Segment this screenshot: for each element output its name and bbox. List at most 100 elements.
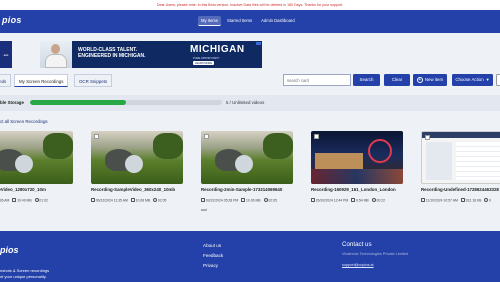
clock-icon <box>484 198 489 202</box>
recording-duration: 02:05 <box>263 198 277 202</box>
footer-privacy-link[interactable]: Privacy <box>203 263 223 268</box>
more-options-button[interactable] <box>496 74 500 86</box>
recording-card[interactable]: g-SampleVideo_1280x720_10m/2024 11:36 AM… <box>0 131 73 202</box>
recording-duration: 00:22 <box>371 198 385 202</box>
footer-contact-title: Contact us <box>342 241 372 248</box>
recording-title[interactable]: Recording-Undefined-1728624463328 <box>421 187 500 192</box>
nav-my-items[interactable]: My Items <box>198 16 221 26</box>
select-checkbox[interactable] <box>204 134 209 139</box>
tab-ocr-snippets[interactable]: OCR Snippets <box>74 74 113 87</box>
recording-title[interactable]: g-SampleVideo_1280x720_10m <box>0 187 73 192</box>
ad-cta-button[interactable]: LEARN MORE <box>193 61 215 65</box>
search-button[interactable]: Search <box>353 74 380 86</box>
clock-icon <box>153 198 158 202</box>
recording-meta: 26/10/2024 12:44 PM 6.54 MB 00:22 <box>311 198 403 202</box>
search-input[interactable] <box>283 74 351 86</box>
file-icon <box>130 198 135 202</box>
recording-size: 6.54 MB <box>351 198 369 202</box>
footer-company: Vivatriodc Technologies Private Limited <box>342 252 408 256</box>
recording-extra-tag: aud <box>201 208 207 213</box>
recording-duration: 02:05 <box>153 198 166 202</box>
recording-date: 03/12/2024 05:28 PM <box>201 198 238 202</box>
ad-brand: MICHIGAN <box>190 44 245 55</box>
ad-headline: WORLD-CLASS TALENT. ENGINEERED IN MICHIG… <box>78 47 146 59</box>
file-icon <box>351 198 356 202</box>
new-item-button[interactable]: + New item <box>413 74 447 86</box>
recording-date: 26/10/2024 12:44 PM <box>311 198 348 202</box>
footer-links: About us Feedback Privacy <box>203 243 223 268</box>
clear-button[interactable]: Clear <box>384 74 410 86</box>
recording-card[interactable]: Recording-SampleVideo_360x240_10mb 06/12/… <box>91 131 183 202</box>
recording-size: 10.08 MB <box>130 198 150 202</box>
calendar-icon <box>421 198 425 202</box>
recording-title[interactable]: Recording-160929_161_London_London <box>311 187 403 192</box>
recording-title[interactable]: Recording-2min-Sample-173314069640 <box>201 187 293 192</box>
select-checkbox[interactable] <box>94 134 99 139</box>
storage-label: ble Storage <box>0 100 24 105</box>
recording-size: 10.49 MB <box>12 198 32 202</box>
recording-card[interactable]: Recording-160929_161_London_London 26/10/… <box>311 131 403 202</box>
new-item-label: New item <box>424 77 444 82</box>
thumb-tree <box>153 133 183 159</box>
recording-size: 10.06 MB <box>241 198 261 202</box>
side-ad[interactable]: ads <box>0 41 12 68</box>
clock-icon <box>34 198 39 202</box>
file-icon <box>12 198 17 202</box>
thumb-bunny <box>235 155 253 173</box>
thumb-bunny <box>125 155 143 173</box>
recording-thumbnail[interactable] <box>91 131 183 184</box>
select-all-link[interactable]: ct all Screen Recordings <box>0 119 48 124</box>
plus-icon: + <box>416 76 423 83</box>
storage-progress-fill <box>30 100 126 105</box>
ad-area: ads WORLD-CLASS TALENT. ENGINEERED IN MI… <box>0 33 500 73</box>
calendar-icon <box>311 198 315 202</box>
footer-brand-logo: pios <box>0 245 19 255</box>
toolbar: nds My Screen Recordings OCR Snippets Se… <box>0 73 500 89</box>
footer-feedback-link[interactable]: Feedback <box>203 253 223 258</box>
tab-screenshots[interactable]: nds <box>0 74 12 87</box>
thumb-ferris-wheel <box>368 139 392 163</box>
recording-meta: 11/10/2024 10:57 AM 912.18 KB 0 <box>421 198 500 202</box>
ad-banner[interactable]: WORLD-CLASS TALENT. ENGINEERED IN MICHIG… <box>40 41 262 68</box>
recording-duration: 01:02 <box>34 198 48 202</box>
footer: pios nshots & Screen recordings of your … <box>0 231 500 282</box>
chevron-down-icon: ▼ <box>485 77 490 82</box>
nav-admin-dashboard[interactable]: Admin Dashboard <box>258 16 298 26</box>
storage-count: 5 / Unlimited videos <box>226 100 265 105</box>
recording-date: /2024 11:36 AM <box>0 198 10 203</box>
choose-action-dropdown[interactable]: Choose Action ▼ <box>452 74 493 86</box>
footer-email-link[interactable]: support@copios.ai <box>342 263 374 267</box>
recording-card[interactable]: Recording-Undefined-1728624463328 11/10/2… <box>421 131 500 202</box>
recording-duration: 0 <box>484 198 491 202</box>
beta-notice: Dear Users, please note: In this Beta ve… <box>0 0 500 10</box>
brand-logo[interactable]: pios <box>2 15 22 25</box>
choose-action-label: Choose Action <box>455 77 484 82</box>
recording-thumbnail[interactable] <box>201 131 293 184</box>
footer-tagline-2: of your unique personality. <box>0 274 47 279</box>
footer-tagline: nshots & Screen recordings <box>0 268 50 273</box>
calendar-icon <box>91 198 95 202</box>
file-icon <box>460 198 465 202</box>
recording-thumbnail[interactable] <box>311 131 403 184</box>
recording-card[interactable]: Recording-2min-Sample-173314069640 03/12/… <box>201 131 293 212</box>
tab-my-screen-recordings[interactable]: My Screen Recordings <box>14 74 69 87</box>
ad-subline: PURE OPPORTUNITY <box>193 57 220 60</box>
nav-starred-items[interactable]: Starred Items <box>224 16 255 26</box>
top-navbar: pios My Items Starred Items Admin Dashbo… <box>0 10 500 33</box>
footer-about-link[interactable]: About us <box>203 243 223 248</box>
thumb-rows <box>456 142 500 180</box>
recording-thumbnail[interactable] <box>0 131 73 184</box>
ad-choices-icon[interactable] <box>256 42 261 45</box>
thumb-building <box>315 153 363 169</box>
recording-meta: 03/12/2024 05:28 PM 10.06 MB 02:05 <box>201 198 293 202</box>
recording-meta: /2024 11:36 AM10.49 MB01:02 <box>0 198 73 202</box>
thumb-bunny <box>15 155 33 173</box>
select-checkbox[interactable] <box>314 134 319 139</box>
select-checkbox[interactable] <box>425 135 430 140</box>
recording-title[interactable]: Recording-SampleVideo_360x240_10mb <box>91 187 183 192</box>
recording-thumbnail[interactable] <box>421 131 500 184</box>
recording-meta: 06/12/2024 11:35 AM 10.08 MB 02:05 <box>91 198 183 202</box>
ad-person-image <box>40 41 72 68</box>
thumb-river <box>311 169 403 184</box>
recording-date: 06/12/2024 11:35 AM <box>91 198 128 202</box>
